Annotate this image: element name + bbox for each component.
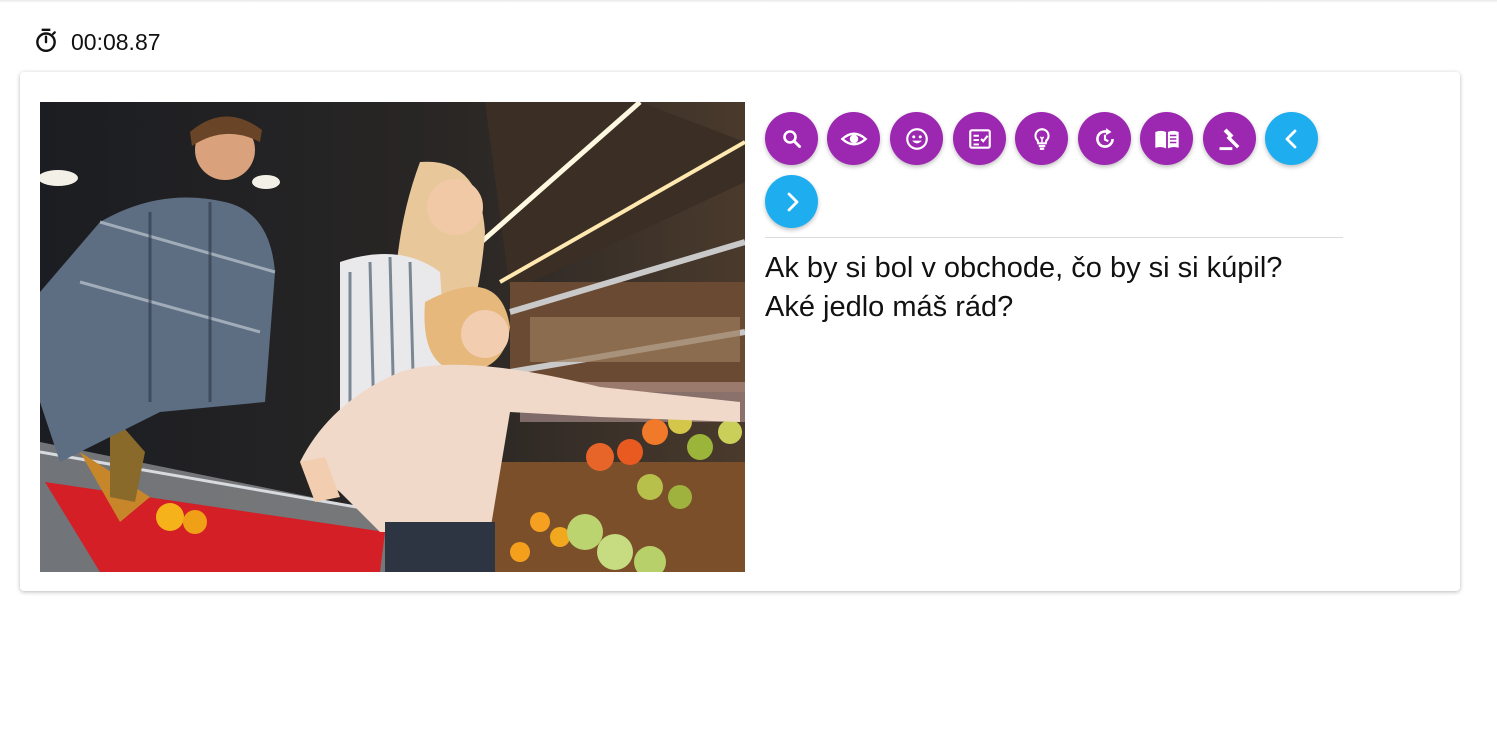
chevron-right-icon [787, 192, 798, 211]
top-shadow [0, 0, 1497, 3]
gavel-icon [1219, 128, 1239, 150]
refresh-icon [1095, 127, 1114, 148]
eye-icon [840, 132, 867, 145]
lightbulb-icon [1033, 127, 1050, 150]
timer-value: 00:08.87 [71, 28, 161, 55]
magnify-icon [782, 129, 801, 148]
stopwatch-icon [33, 27, 59, 53]
repeat-button[interactable] [1078, 112, 1131, 165]
question-line: Ak by si bol v obchode, čo by si si kúpi… [765, 252, 1283, 284]
scene-image [40, 102, 745, 572]
next-button[interactable] [765, 175, 818, 228]
view-button[interactable] [827, 112, 880, 165]
book-button[interactable] [1140, 112, 1193, 165]
previous-button[interactable] [1265, 112, 1318, 165]
checklist-button[interactable] [953, 112, 1006, 165]
timer: 00:08.87 [33, 24, 161, 56]
question-line: Aké jedlo máš rád? [765, 291, 1014, 323]
smiley-icon [905, 127, 928, 150]
chevron-left-icon [1285, 129, 1296, 148]
checklist-icon [968, 128, 991, 149]
search-button[interactable] [765, 112, 818, 165]
divider [765, 237, 1343, 238]
question-text: Ak by si bol v obchode, čo by si si kúpi… [765, 249, 1282, 327]
idea-button[interactable] [1015, 112, 1068, 165]
emotion-button[interactable] [890, 112, 943, 165]
question-card: Ak by si bol v obchode, čo by si si kúpi… [20, 72, 1460, 591]
judge-button[interactable] [1203, 112, 1256, 165]
book-icon [1154, 130, 1179, 148]
